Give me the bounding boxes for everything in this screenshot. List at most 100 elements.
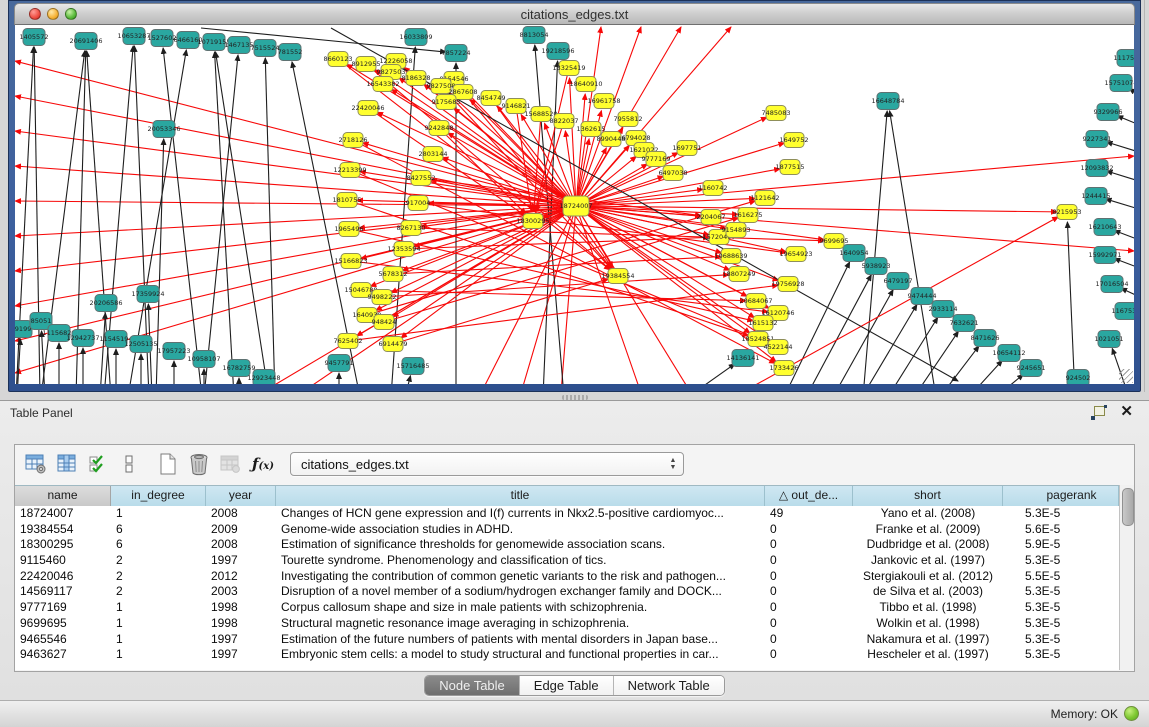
table-cell[interactable]: 2003 <box>206 584 276 600</box>
table-cell[interactable]: 6 <box>111 537 206 553</box>
table-row[interactable]: 1938455462009Genome-wide association stu… <box>15 522 1119 538</box>
unselect-rows-button[interactable] <box>116 451 142 477</box>
table-cell[interactable]: de Silva et al. (2003) <box>853 584 1003 600</box>
table-cell[interactable]: Hescheler et al. (1997) <box>853 647 1003 663</box>
table-cell[interactable]: 2 <box>111 569 206 585</box>
tab-edge-table[interactable]: Edge Table <box>520 676 614 695</box>
table-cell[interactable]: 0 <box>765 537 853 553</box>
tab-node-table[interactable]: Node Table <box>425 676 520 695</box>
table-cell[interactable]: 2 <box>111 553 206 569</box>
table-cell[interactable]: 2012 <box>206 569 276 585</box>
column-header-name[interactable]: name <box>15 486 111 506</box>
network-view-canvas[interactable]: 1405572206914061065328715276026466160107… <box>15 25 1134 384</box>
table-cell[interactable]: 1 <box>111 616 206 632</box>
column-header-pagerank[interactable]: pagerank <box>1003 486 1119 506</box>
close-panel-button[interactable]: ✕ <box>1120 402 1133 420</box>
new-column-button[interactable] <box>155 451 181 477</box>
table-row[interactable]: 969969511998Structural magnetic resonanc… <box>15 616 1119 632</box>
table-cell[interactable]: 1997 <box>206 553 276 569</box>
table-cell[interactable]: 5.3E-5 <box>1003 506 1119 522</box>
table-cell[interactable]: 0 <box>765 616 853 632</box>
tab-network-table[interactable]: Network Table <box>614 676 724 695</box>
table-cell[interactable]: 5.3E-5 <box>1003 553 1119 569</box>
table-cell[interactable]: 9463627 <box>15 647 111 663</box>
resize-grip[interactable] <box>1119 369 1133 383</box>
panel-splitter-handle[interactable] <box>562 395 588 400</box>
memory-status[interactable]: Memory: OK <box>1051 706 1139 721</box>
table-cell[interactable]: Wolkin et al. (1998) <box>853 616 1003 632</box>
table-cell[interactable]: 1 <box>111 632 206 648</box>
table-cell[interactable]: 14569117 <box>15 584 111 600</box>
table-row[interactable]: 1456911722003Disruption of a novel membe… <box>15 584 1119 600</box>
table-cell[interactable]: Disruption of a novel member of a sodium… <box>276 584 765 600</box>
column-header-in_degree[interactable]: in_degree <box>111 486 206 506</box>
table-row[interactable]: 946554611997Estimation of the future num… <box>15 632 1119 648</box>
table-cell[interactable]: Tibbo et al. (1998) <box>853 600 1003 616</box>
table-row[interactable]: 946362711997Embryonic stem cells: a mode… <box>15 647 1119 663</box>
scrollbar-thumb[interactable] <box>1122 488 1134 526</box>
table-cell[interactable]: 0 <box>765 632 853 648</box>
table-cell[interactable]: 1998 <box>206 600 276 616</box>
table-selector-dropdown[interactable]: citations_edges.txt ▲▼ <box>290 452 684 476</box>
table-cell[interactable]: 0 <box>765 600 853 616</box>
table-cell[interactable]: Tourette syndrome. Phenomenology and cla… <box>276 553 765 569</box>
table-cell[interactable]: Dudbridge et al. (2008) <box>853 537 1003 553</box>
table-cell[interactable]: Franke et al. (2009) <box>853 522 1003 538</box>
table-mode-button[interactable] <box>23 451 49 477</box>
table-cell[interactable]: 1 <box>111 506 206 522</box>
table-cell[interactable]: 5.3E-5 <box>1003 584 1119 600</box>
select-all-button[interactable] <box>85 451 111 477</box>
table-row[interactable]: 1830029562008Estimation of significance … <box>15 537 1119 553</box>
table-cell[interactable]: 5.3E-5 <box>1003 616 1119 632</box>
table-cell[interactable]: Investigating the contribution of common… <box>276 569 765 585</box>
table-row[interactable]: 911546021997Tourette syndrome. Phenomeno… <box>15 553 1119 569</box>
table-cell[interactable]: 2009 <box>206 522 276 538</box>
table-cell[interactable]: 5.9E-5 <box>1003 537 1119 553</box>
column-header-title[interactable]: title <box>276 486 765 506</box>
table-cell[interactable]: 9699695 <box>15 616 111 632</box>
table-cell[interactable]: 2008 <box>206 506 276 522</box>
function-builder-button[interactable]: ƒ(x) <box>248 455 278 473</box>
table-cell[interactable]: 0 <box>765 647 853 663</box>
column-header-out_de[interactable]: △ out_de... <box>765 486 853 506</box>
table-cell[interactable]: Stergiakouli et al. (2012) <box>853 569 1003 585</box>
table-row[interactable]: 977716911998Corpus callosum shape and si… <box>15 600 1119 616</box>
delete-table-button[interactable] <box>217 451 243 477</box>
table-cell[interactable]: 0 <box>765 553 853 569</box>
table-cell[interactable]: 5.3E-5 <box>1003 600 1119 616</box>
table-cell[interactable]: 9115460 <box>15 553 111 569</box>
table-cell[interactable]: Genome-wide association studies in ADHD. <box>276 522 765 538</box>
table-cell[interactable]: 5.5E-5 <box>1003 569 1119 585</box>
table-cell[interactable]: 1 <box>111 647 206 663</box>
table-row[interactable]: 1872400712008Changes of HCN gene express… <box>15 506 1119 522</box>
table-cell[interactable]: 9777169 <box>15 600 111 616</box>
table-cell[interactable]: 1997 <box>206 632 276 648</box>
table-cell[interactable]: 1 <box>111 600 206 616</box>
table-cell[interactable]: 5.3E-5 <box>1003 632 1119 648</box>
table-cell[interactable]: 1997 <box>206 647 276 663</box>
float-panel-button[interactable] <box>1091 405 1107 420</box>
delete-column-button[interactable] <box>186 451 212 477</box>
show-columns-button[interactable] <box>54 451 80 477</box>
table-cell[interactable]: Yano et al. (2008) <box>853 506 1003 522</box>
table-cell[interactable]: 5.6E-5 <box>1003 522 1119 538</box>
table-cell[interactable]: 18724007 <box>15 506 111 522</box>
table-cell[interactable]: Estimation of significance thresholds fo… <box>276 537 765 553</box>
table-cell[interactable]: Changes of HCN gene expression and I(f) … <box>276 506 765 522</box>
table-cell[interactable]: 0 <box>765 569 853 585</box>
table-cell[interactable]: 2 <box>111 584 206 600</box>
table-cell[interactable]: 19384554 <box>15 522 111 538</box>
table-cell[interactable]: 9465546 <box>15 632 111 648</box>
table-cell[interactable]: Nakamura et al. (1997) <box>853 632 1003 648</box>
vertical-scrollbar[interactable] <box>1119 485 1134 670</box>
column-header-year[interactable]: year <box>206 486 276 506</box>
window-titlebar[interactable]: citations_edges.txt <box>14 3 1135 25</box>
table-cell[interactable]: 22420046 <box>15 569 111 585</box>
table-cell[interactable]: 5.3E-5 <box>1003 647 1119 663</box>
citation-network-graph[interactable]: 1405572206914061065328715276026466160107… <box>15 25 1134 384</box>
table-cell[interactable]: Embryonic stem cells: a model to study s… <box>276 647 765 663</box>
table-cell[interactable]: 0 <box>765 584 853 600</box>
table-cell[interactable]: 49 <box>765 506 853 522</box>
table-row[interactable]: 2242004622012Investigating the contribut… <box>15 569 1119 585</box>
column-header-short[interactable]: short <box>853 486 1003 506</box>
